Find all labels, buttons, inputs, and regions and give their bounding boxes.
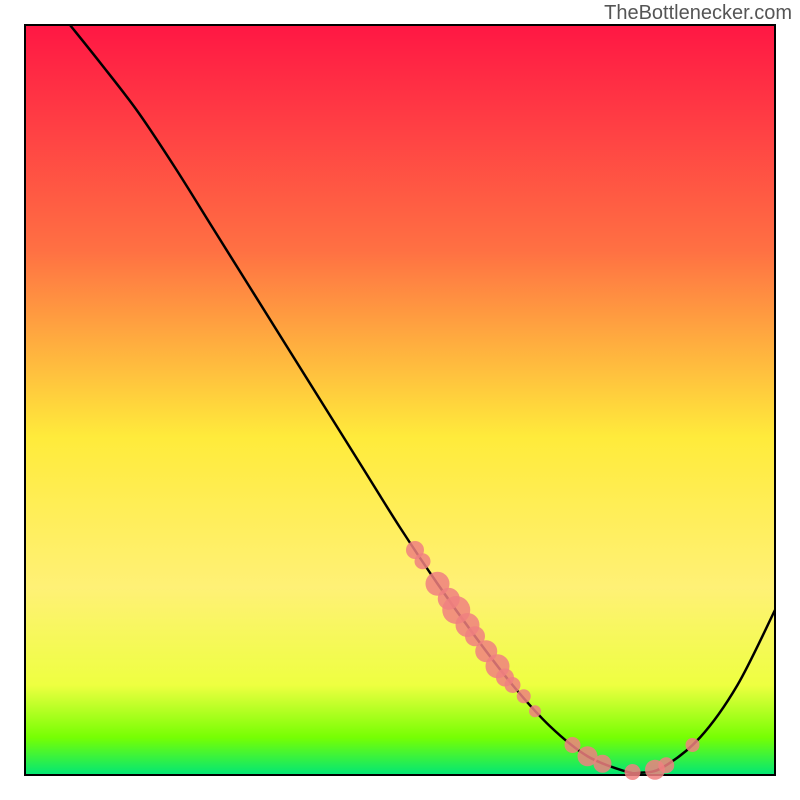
data-point [505, 677, 521, 693]
plot-background [25, 25, 775, 775]
data-point [658, 757, 674, 773]
data-point [517, 689, 531, 703]
chart-container: TheBottlenecker.com [0, 0, 800, 800]
data-point [565, 737, 581, 753]
data-point [686, 738, 700, 752]
data-point [529, 705, 541, 717]
attribution-text: TheBottlenecker.com [604, 2, 792, 25]
data-point [594, 755, 612, 773]
bottleneck-chart [0, 0, 800, 800]
data-point [415, 553, 431, 569]
data-point [625, 764, 641, 780]
